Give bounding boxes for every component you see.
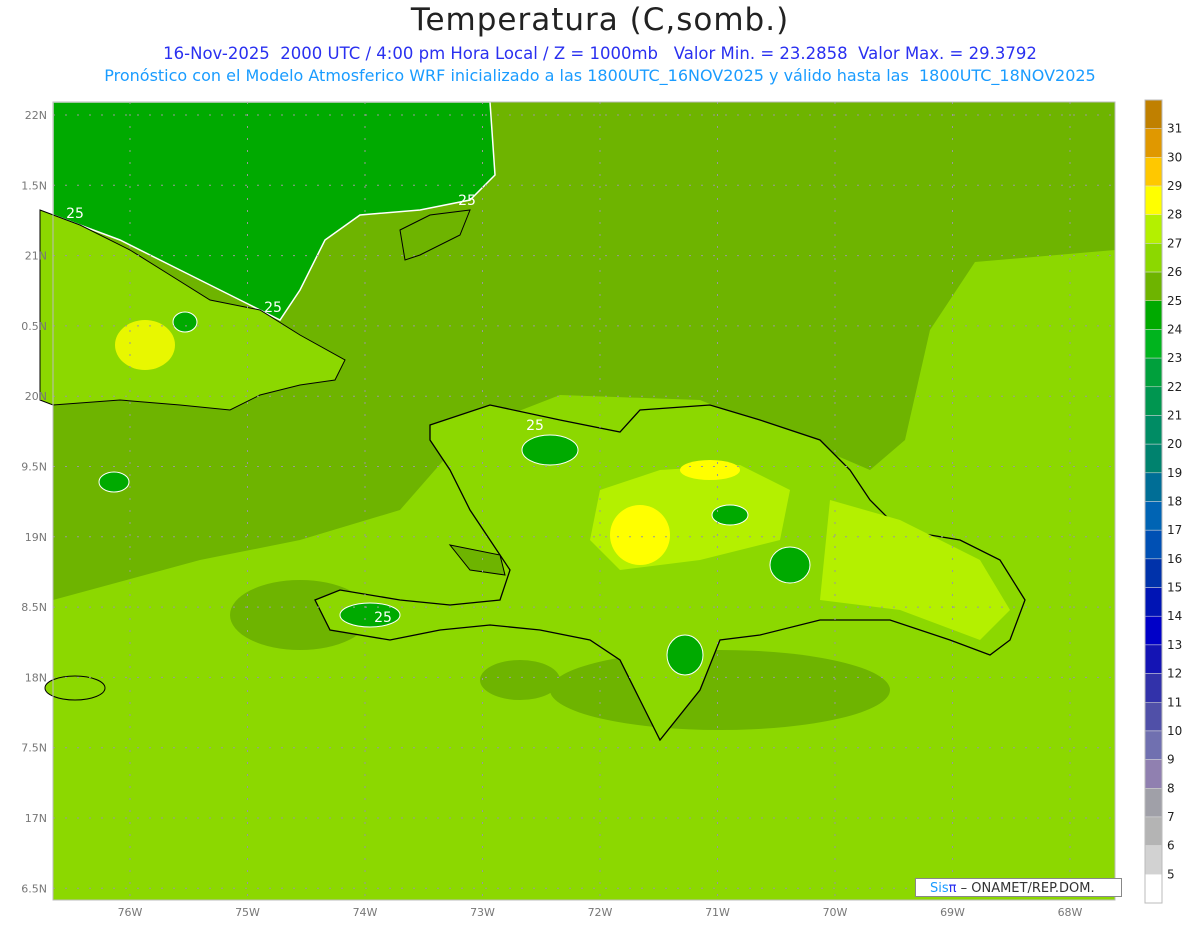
- field-24-25: [521, 434, 579, 466]
- colorbar-swatch: [1144, 443, 1163, 474]
- colorbar-swatch: [1144, 214, 1163, 244]
- field-28-29: [115, 320, 175, 370]
- colorbar-swatch: [1144, 329, 1163, 359]
- field-25-26: [480, 660, 560, 700]
- colorbar-swatch: [1144, 845, 1163, 875]
- colorbar-swatch: [1144, 157, 1163, 187]
- colorbar-swatch: [1144, 587, 1163, 617]
- colorbar-label: 18: [1167, 495, 1182, 509]
- x-tick-label: 68W: [1058, 906, 1083, 919]
- colorbar-label: 19: [1167, 466, 1182, 480]
- x-tick-label: 75W: [235, 906, 260, 919]
- x-tick-label: 69W: [940, 906, 965, 919]
- colorbar-label: 27: [1167, 236, 1182, 250]
- colorbar-label: 25: [1167, 294, 1182, 308]
- colorbar-swatch: [1144, 702, 1163, 732]
- contour-label: 25: [66, 206, 84, 222]
- y-tick-label: 17N: [25, 812, 47, 825]
- y-tick-label: 22N: [25, 109, 47, 122]
- colorbar-swatch: [1144, 99, 1163, 129]
- colorbar-swatch: [1144, 185, 1163, 215]
- colorbar-swatch: [1144, 128, 1163, 158]
- y-tick-label: 19N: [25, 531, 47, 544]
- y-tick-label: 7.5N: [21, 742, 47, 755]
- colorbar-swatch: [1144, 501, 1163, 531]
- colorbar-swatch: [1144, 357, 1163, 388]
- colorbar-swatch: [1144, 874, 1163, 904]
- colorbar-label: 29: [1167, 179, 1182, 193]
- colorbar-swatch: [1144, 788, 1163, 818]
- colorbar-swatch: [1144, 644, 1163, 674]
- colorbar-label: 17: [1167, 523, 1182, 537]
- colorbar-swatch: [1144, 673, 1163, 703]
- contour-label: 25: [458, 193, 476, 209]
- x-tick-label: 71W: [705, 906, 730, 919]
- colorbar-swatch: [1144, 271, 1163, 302]
- colorbar-label: 30: [1167, 150, 1182, 164]
- colorbar-label: 24: [1167, 322, 1182, 336]
- y-tick-label: 9.5N: [21, 461, 47, 474]
- colorbar-label: 16: [1167, 552, 1182, 566]
- x-tick-label: 76W: [118, 906, 143, 919]
- x-tick-label: 72W: [588, 906, 613, 919]
- y-tick-label: 1.5N: [21, 179, 47, 192]
- colorbar-label: 12: [1167, 667, 1182, 681]
- field-24-25: [172, 311, 198, 333]
- map-plot: 76W 75W 74W 73W 72W 71W 70W 69W 68W 22N 1.5N 21N 0.5…: [21, 99, 1182, 919]
- logo-credit: Sisπ – ONAMET/REP.DOM.: [915, 878, 1122, 897]
- colorbar-swatch: [1144, 759, 1163, 789]
- y-tick-label: 20N: [25, 390, 47, 403]
- colorbar-label: 15: [1167, 581, 1182, 595]
- field-28-29: [610, 505, 670, 565]
- field-25-26: [550, 650, 890, 730]
- y-tick-label: 0.5N: [21, 320, 47, 333]
- y-tick-label: 21N: [25, 250, 47, 263]
- colorbar: 31 30 29 28 27 26 25 24 23 22 21 20 19 18 17 16 15 14 13 12…: [1144, 99, 1182, 904]
- logo-sis: Sis: [930, 881, 949, 896]
- colorbar-swatch: [1144, 415, 1163, 445]
- colorbar-label: 20: [1167, 437, 1182, 451]
- colorbar-label: 23: [1167, 351, 1182, 365]
- field-28-29: [680, 460, 740, 480]
- y-tick-label: 8.5N: [21, 601, 47, 614]
- colorbar-swatch: [1144, 386, 1163, 416]
- field-24-25: [666, 634, 704, 676]
- colorbar-swatch: [1144, 730, 1163, 760]
- y-tick-label: 18N: [25, 671, 47, 684]
- x-tick-label: 74W: [353, 906, 378, 919]
- colorbar-label: 11: [1167, 695, 1182, 709]
- contour-label: 25: [526, 418, 544, 434]
- colorbar-label: 28: [1167, 208, 1182, 222]
- colorbar-label: 5: [1167, 867, 1175, 881]
- colorbar-label: 10: [1167, 724, 1182, 738]
- colorbar-label: 22: [1167, 380, 1182, 394]
- colorbar-label: 9: [1167, 753, 1175, 767]
- colorbar-swatch: [1144, 243, 1163, 273]
- colorbar-label: 31: [1167, 122, 1182, 136]
- colorbar-label: 26: [1167, 265, 1182, 279]
- colorbar-label: 13: [1167, 638, 1182, 652]
- colorbar-swatch: [1144, 816, 1163, 846]
- logo-text: – ONAMET/REP.DOM.: [956, 881, 1095, 896]
- colorbar-label: 6: [1167, 839, 1175, 853]
- colorbar-swatch: [1144, 300, 1163, 330]
- colorbar-label: 14: [1167, 609, 1182, 623]
- contour-label: 25: [264, 300, 282, 316]
- colorbar-swatch: [1144, 615, 1163, 646]
- field-24-25: [98, 471, 130, 493]
- jamaica-land: [44, 675, 106, 701]
- colorbar-label: 8: [1167, 781, 1175, 795]
- colorbar-swatch: [1144, 529, 1163, 560]
- colorbar-label: 21: [1167, 408, 1182, 422]
- x-tick-label: 73W: [470, 906, 495, 919]
- x-tick-label: 70W: [823, 906, 848, 919]
- y-tick-label: 6.5N: [21, 882, 47, 895]
- contour-label: 25: [374, 610, 392, 626]
- field-24-25: [769, 546, 811, 584]
- colorbar-swatch: [1144, 558, 1163, 588]
- colorbar-label: 7: [1167, 810, 1175, 824]
- colorbar-swatch: [1144, 472, 1163, 502]
